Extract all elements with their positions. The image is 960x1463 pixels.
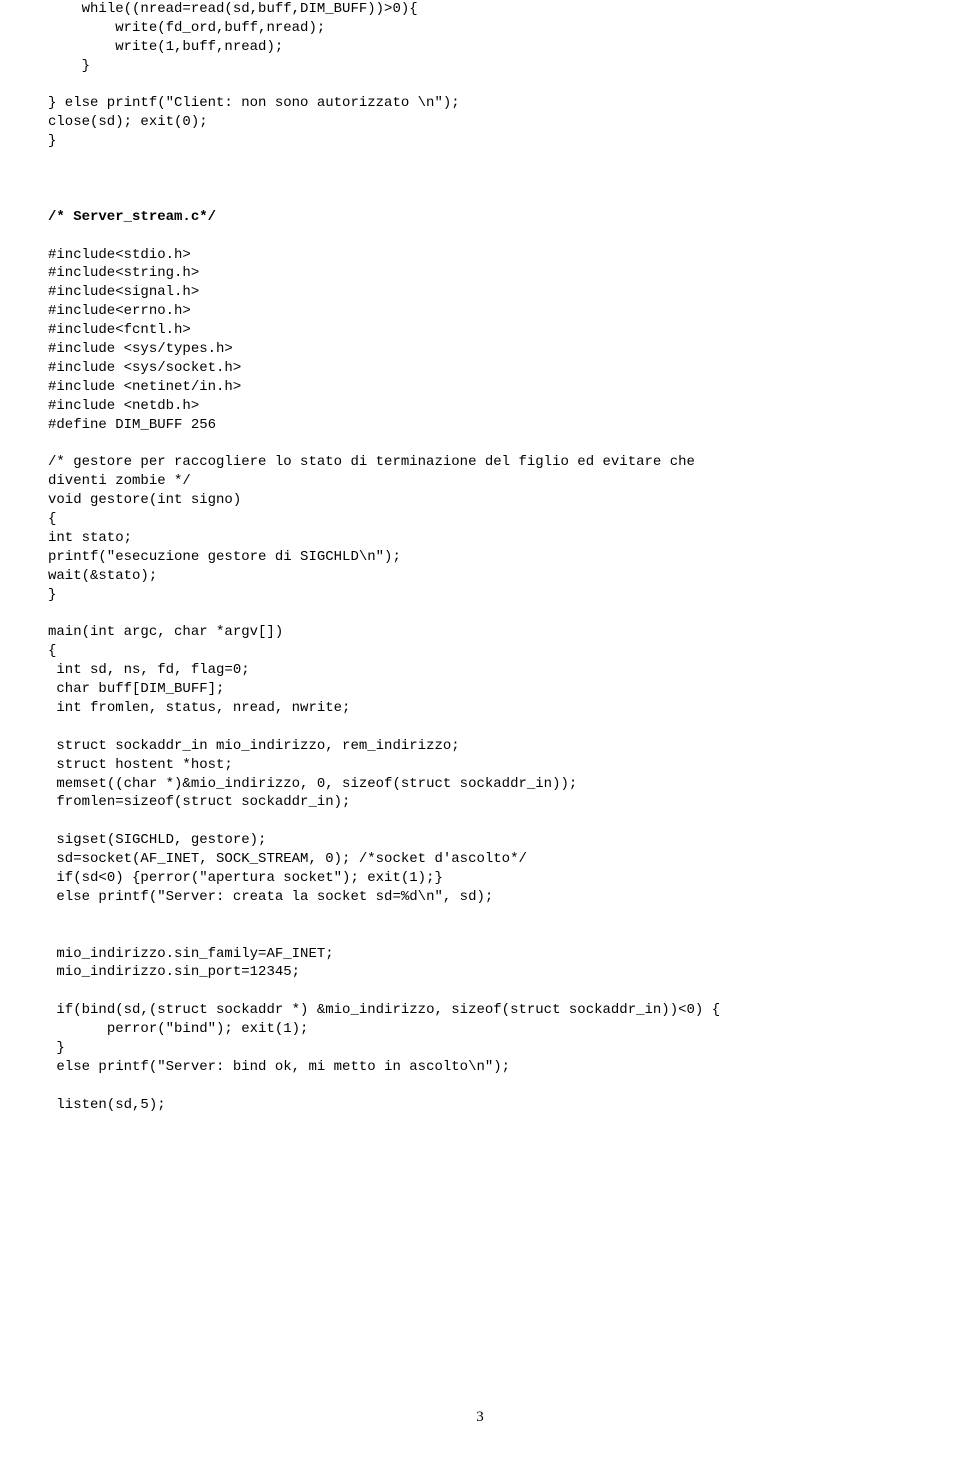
section-heading: /* Server_stream.c*/ [48, 208, 912, 227]
code-block-bottom: #include<stdio.h> #include<string.h> #in… [48, 227, 912, 1115]
code-block-top: while((nread=read(sd,buff,DIM_BUFF))>0){… [48, 0, 912, 208]
document-page: while((nread=read(sd,buff,DIM_BUFF))>0){… [0, 0, 960, 1463]
page-number: 3 [0, 1407, 960, 1427]
